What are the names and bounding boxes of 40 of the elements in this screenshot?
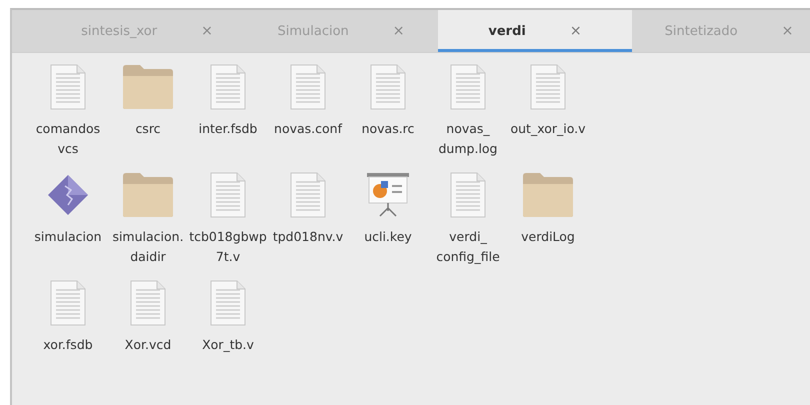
presentation-icon [366, 172, 410, 218]
file-name[interactable]: verdi_ config_file [429, 227, 507, 267]
tab-label: verdi [488, 24, 526, 38]
document-icon [50, 64, 86, 110]
file-name[interactable]: verdiLog [509, 227, 587, 247]
file-name[interactable]: tcb018gbwp 7t.v [189, 227, 267, 267]
tab[interactable]: verdi × [438, 10, 632, 52]
document-icon [210, 172, 246, 218]
document-icon [290, 64, 326, 110]
folder-icon [522, 172, 574, 218]
document-icon [50, 280, 86, 326]
diamond-icon [47, 174, 89, 216]
file-name[interactable]: novas.conf [269, 119, 347, 139]
tab-label: Sintetizado [664, 24, 738, 38]
file-name[interactable]: ucli.key [349, 227, 427, 247]
document-icon [130, 280, 166, 326]
document-icon [290, 172, 326, 218]
folder-icon [122, 172, 174, 218]
document-icon [210, 64, 246, 110]
file-name[interactable]: Xor_tb.v [189, 335, 267, 355]
file-name[interactable]: out_xor_io.v [509, 119, 587, 139]
tab-label: Simulacion [277, 24, 349, 38]
document-icon [450, 64, 486, 110]
document-icon [210, 280, 246, 326]
document-icon [530, 64, 566, 110]
file-name[interactable]: novas.rc [349, 119, 427, 139]
file-name[interactable]: novas_ dump.log [429, 119, 507, 159]
close-icon[interactable]: × [570, 23, 582, 39]
file-name[interactable]: csrc [109, 119, 187, 139]
file-name[interactable]: simulacion [29, 227, 107, 247]
file-name[interactable]: simulacion. daidir [109, 227, 187, 267]
file-name[interactable]: xor.fsdb [29, 335, 107, 355]
folder-icon [122, 64, 174, 110]
document-icon [370, 64, 406, 110]
file-name[interactable]: inter.fsdb [189, 119, 267, 139]
file-name[interactable]: comandos vcs [29, 119, 107, 159]
tab-label: sintesis_xor [81, 24, 158, 38]
document-icon [450, 172, 486, 218]
file-name[interactable]: tpd018nv.v [269, 227, 347, 247]
file-name[interactable]: Xor.vcd [109, 335, 187, 355]
